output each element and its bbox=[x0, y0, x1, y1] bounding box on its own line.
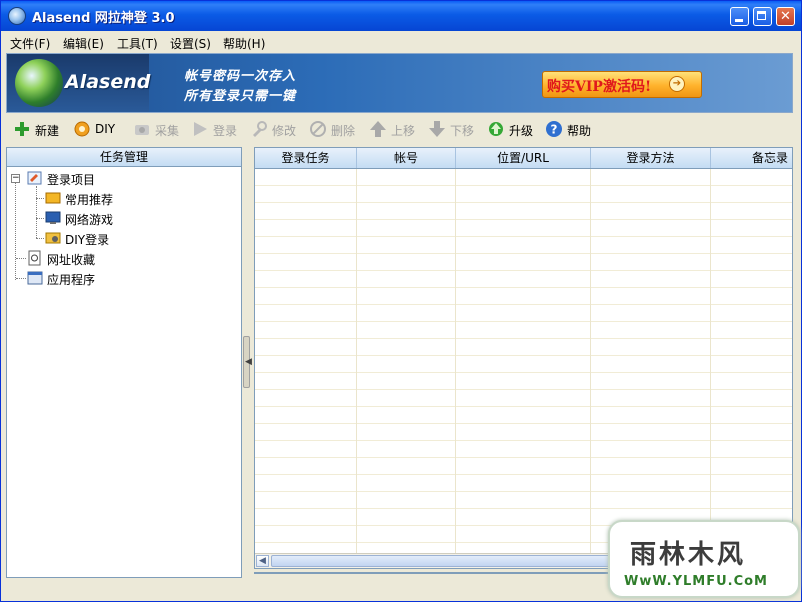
task-table: 登录任务 帐号 位置/URL 登录方法 备忘录 ◀ bbox=[254, 147, 793, 569]
column-header-task[interactable]: 登录任务 bbox=[255, 148, 357, 168]
tree-label: 网络游戏 bbox=[65, 213, 114, 227]
arrow-right-icon: ➔ bbox=[669, 76, 685, 92]
collect-icon bbox=[135, 125, 149, 135]
tree-line bbox=[15, 183, 16, 280]
play-icon bbox=[194, 122, 207, 136]
arrow-up-icon bbox=[370, 121, 386, 137]
column-header-account[interactable]: 帐号 bbox=[357, 148, 456, 168]
folder-icon bbox=[45, 192, 61, 204]
tree-line bbox=[36, 238, 44, 239]
column-divider bbox=[455, 169, 456, 554]
window-title: Alasend 网拉神登 3.0 bbox=[32, 11, 175, 26]
tree-label: 应用程序 bbox=[47, 273, 96, 287]
tree-line bbox=[16, 278, 26, 279]
logo-text: Alasend bbox=[65, 71, 151, 93]
close-icon: ✕ bbox=[780, 9, 791, 24]
collapse-toggle[interactable]: − bbox=[11, 174, 20, 183]
svg-text:?: ? bbox=[551, 123, 558, 137]
scroll-thumb[interactable] bbox=[271, 555, 611, 567]
buy-vip-button[interactable]: 购买VIP激活码! ➔ bbox=[542, 71, 702, 98]
scroll-left-icon[interactable]: ◀ bbox=[256, 555, 269, 567]
column-header-method[interactable]: 登录方法 bbox=[591, 148, 711, 168]
edit-label: 修改 bbox=[272, 124, 297, 138]
panel-splitter[interactable]: ◀ bbox=[243, 336, 252, 388]
tree-line bbox=[16, 258, 26, 259]
bookmark-icon bbox=[28, 250, 41, 266]
arrow-down-icon bbox=[429, 121, 445, 137]
column-divider bbox=[590, 169, 591, 554]
logo-globe-icon bbox=[15, 59, 63, 107]
banner: Alasend 帐号密码一次存入 所有登录只需一键 购买VIP激活码! ➔ bbox=[6, 53, 793, 113]
monitor-icon bbox=[45, 211, 61, 224]
minimize-button[interactable] bbox=[730, 7, 749, 26]
task-panel-header: 任务管理 bbox=[7, 148, 241, 167]
move-up-label: 上移 bbox=[391, 124, 416, 138]
tree-label: 登录项目 bbox=[47, 173, 96, 187]
help-icon: ? bbox=[546, 121, 562, 137]
app-icon bbox=[27, 271, 43, 285]
diy-label: DIY bbox=[95, 122, 116, 136]
tree-label: 网址收藏 bbox=[47, 253, 96, 267]
move-down-label: 下移 bbox=[450, 124, 475, 138]
title-bar[interactable]: Alasend 网拉神登 3.0 ✕ bbox=[1, 1, 801, 31]
menu-edit[interactable]: 编辑(E) bbox=[63, 35, 104, 52]
chevron-left-icon: ◀ bbox=[245, 357, 252, 367]
column-divider bbox=[356, 169, 357, 554]
menu-settings[interactable]: 设置(S) bbox=[170, 35, 211, 52]
app-logo-icon[interactable] bbox=[8, 7, 26, 25]
watermark-url: WwW.YLMFU.CoM bbox=[624, 574, 768, 589]
toolbar: 新建 DIY 采集 登录 修改 删除 上移 下移 升级 ? 帮助 bbox=[1, 114, 801, 144]
diy-icon bbox=[45, 232, 61, 244]
maximize-icon bbox=[757, 11, 766, 20]
login-label: 登录 bbox=[213, 124, 238, 138]
column-divider bbox=[710, 169, 711, 554]
menu-bar: 文件(F) 编辑(E) 工具(T) 设置(S) 帮助(H) bbox=[1, 32, 801, 52]
watermark-logo: 雨林木风 WwW.YLMFU.CoM bbox=[608, 520, 800, 598]
task-panel: 任务管理 − 登录项目 常用推荐 网络游戏 DIY登录 网址收藏 应用程序 bbox=[6, 147, 242, 578]
tree-line bbox=[36, 198, 44, 199]
main-window: Alasend 网拉神登 3.0 ✕ 文件(F) 编辑(E) 工具(T) 设置(… bbox=[0, 0, 802, 602]
table-header: 登录任务 帐号 位置/URL 登录方法 备忘录 bbox=[255, 148, 792, 169]
upgrade-label: 升级 bbox=[509, 124, 534, 138]
upgrade-icon bbox=[489, 122, 503, 136]
delete-icon bbox=[310, 121, 326, 137]
collect-label: 采集 bbox=[155, 124, 180, 138]
tree-line bbox=[36, 186, 37, 238]
delete-label: 删除 bbox=[331, 124, 356, 138]
watermark-logo-text: 雨林木风 bbox=[630, 540, 747, 570]
plus-icon bbox=[15, 122, 29, 136]
wrench-icon bbox=[253, 121, 267, 137]
buy-vip-label: 购买VIP激活码! bbox=[547, 79, 652, 95]
tree-label: 常用推荐 bbox=[65, 193, 114, 207]
tree-label: DIY登录 bbox=[65, 233, 110, 247]
table-body[interactable] bbox=[255, 169, 792, 554]
close-button[interactable]: ✕ bbox=[776, 7, 795, 26]
menu-help[interactable]: 帮助(H) bbox=[223, 35, 265, 52]
new-label: 新建 bbox=[35, 124, 60, 138]
minimize-icon bbox=[735, 19, 743, 22]
column-header-url[interactable]: 位置/URL bbox=[456, 148, 591, 168]
maximize-button[interactable] bbox=[753, 7, 772, 26]
brand-logo: Alasend bbox=[7, 54, 151, 112]
menu-tools[interactable]: 工具(T) bbox=[117, 35, 158, 52]
column-header-memo[interactable]: 备忘录 bbox=[711, 148, 792, 168]
slogan-line-1: 帐号密码一次存入 bbox=[184, 69, 297, 84]
help-label: 帮助 bbox=[567, 124, 592, 138]
login-items-icon bbox=[27, 171, 42, 185]
gear-icon bbox=[74, 121, 90, 137]
tree-line bbox=[36, 218, 44, 219]
slogan-line-2: 所有登录只需一键 bbox=[184, 89, 297, 104]
menu-file[interactable]: 文件(F) bbox=[10, 35, 50, 52]
